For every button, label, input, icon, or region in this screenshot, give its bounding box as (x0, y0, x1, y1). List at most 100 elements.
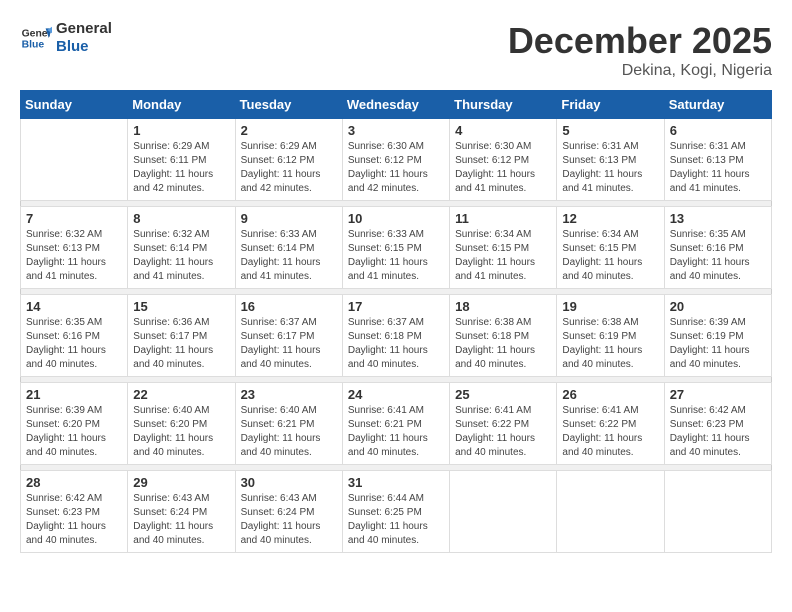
calendar-cell: 27 Sunrise: 6:42 AM Sunset: 6:23 PM Dayli… (664, 383, 771, 465)
header-wednesday: Wednesday (342, 91, 449, 119)
calendar-cell: 14 Sunrise: 6:35 AM Sunset: 6:16 PM Dayli… (21, 295, 128, 377)
day-info: Sunrise: 6:29 AM Sunset: 6:12 PM Dayligh… (241, 140, 337, 196)
calendar-cell: 31 Sunrise: 6:44 AM Sunset: 6:25 PM Dayli… (342, 471, 449, 553)
calendar-cell: 18Sunrise: 6:38 AM Sunset: 6:18 PM Dayli… (450, 295, 557, 377)
calendar-cell: 28 Sunrise: 6:42 AM Sunset: 6:23 PM Dayli… (21, 471, 128, 553)
day-number: 31 (348, 475, 444, 490)
calendar-cell: 11Sunrise: 6:34 AM Sunset: 6:15 PM Dayli… (450, 207, 557, 289)
day-number: 17 (348, 299, 444, 314)
day-info: Sunrise: 6:39 AM Sunset: 6:19 PM Dayligh… (670, 316, 766, 372)
logo: General Blue General Blue (20, 20, 112, 56)
calendar-row-3: 21Sunrise: 6:39 AM Sunset: 6:20 PM Dayli… (21, 383, 772, 465)
calendar-cell: 12 Sunrise: 6:34 AM Sunset: 6:15 PM Dayli… (557, 207, 664, 289)
day-info: Sunrise: 6:33 AM Sunset: 6:15 PM Dayligh… (348, 228, 444, 284)
day-number: 25 (455, 387, 551, 402)
month-title: December 2025 (508, 20, 772, 62)
calendar-cell: 25 Sunrise: 6:41 AM Sunset: 6:22 PM Dayli… (450, 383, 557, 465)
calendar-cell: 17Sunrise: 6:37 AM Sunset: 6:18 PM Dayli… (342, 295, 449, 377)
day-number: 21 (26, 387, 122, 402)
day-info: Sunrise: 6:41 AM Sunset: 6:22 PM Dayligh… (455, 404, 551, 460)
header-thursday: Thursday (450, 91, 557, 119)
day-info: Sunrise: 6:41 AM Sunset: 6:21 PM Dayligh… (348, 404, 444, 460)
calendar-cell: 13 Sunrise: 6:35 AM Sunset: 6:16 PM Dayli… (664, 207, 771, 289)
day-info: Sunrise: 6:35 AM Sunset: 6:16 PM Dayligh… (26, 316, 122, 372)
day-number: 22 (133, 387, 229, 402)
calendar-cell: 7Sunrise: 6:32 AM Sunset: 6:13 PM Daylig… (21, 207, 128, 289)
logo-line1: General (56, 20, 112, 38)
day-number: 10 (348, 211, 444, 226)
day-number: 6 (670, 123, 766, 138)
day-info: Sunrise: 6:34 AM Sunset: 6:15 PM Dayligh… (562, 228, 658, 284)
day-number: 8 (133, 211, 229, 226)
day-number: 9 (241, 211, 337, 226)
calendar-cell: 2 Sunrise: 6:29 AM Sunset: 6:12 PM Daylig… (235, 119, 342, 201)
day-number: 15 (133, 299, 229, 314)
day-info: Sunrise: 6:42 AM Sunset: 6:23 PM Dayligh… (670, 404, 766, 460)
day-info: Sunrise: 6:43 AM Sunset: 6:24 PM Dayligh… (133, 492, 229, 548)
calendar-row-2: 14 Sunrise: 6:35 AM Sunset: 6:16 PM Dayli… (21, 295, 772, 377)
calendar-cell: 6 Sunrise: 6:31 AM Sunset: 6:13 PM Daylig… (664, 119, 771, 201)
calendar-cell: 29Sunrise: 6:43 AM Sunset: 6:24 PM Dayli… (128, 471, 235, 553)
day-info: Sunrise: 6:35 AM Sunset: 6:16 PM Dayligh… (670, 228, 766, 284)
day-number: 5 (562, 123, 658, 138)
page-header: General Blue General Blue December 2025 … (20, 20, 772, 80)
location: Dekina, Kogi, Nigeria (508, 62, 772, 80)
day-number: 18 (455, 299, 551, 314)
title-block: December 2025 Dekina, Kogi, Nigeria (508, 20, 772, 80)
day-info: Sunrise: 6:41 AM Sunset: 6:22 PM Dayligh… (562, 404, 658, 460)
header-saturday: Saturday (664, 91, 771, 119)
day-info: Sunrise: 6:43 AM Sunset: 6:24 PM Dayligh… (241, 492, 337, 548)
day-info: Sunrise: 6:44 AM Sunset: 6:25 PM Dayligh… (348, 492, 444, 548)
calendar-row-1: 7Sunrise: 6:32 AM Sunset: 6:13 PM Daylig… (21, 207, 772, 289)
calendar-cell: 3Sunrise: 6:30 AM Sunset: 6:12 PM Daylig… (342, 119, 449, 201)
calendar-header-row: SundayMondayTuesdayWednesdayThursdayFrid… (21, 91, 772, 119)
header-tuesday: Tuesday (235, 91, 342, 119)
day-number: 27 (670, 387, 766, 402)
day-number: 12 (562, 211, 658, 226)
calendar-cell (664, 471, 771, 553)
day-info: Sunrise: 6:34 AM Sunset: 6:15 PM Dayligh… (455, 228, 551, 284)
calendar-cell (450, 471, 557, 553)
calendar-cell: 22Sunrise: 6:40 AM Sunset: 6:20 PM Dayli… (128, 383, 235, 465)
day-number: 26 (562, 387, 658, 402)
calendar-cell: 26 Sunrise: 6:41 AM Sunset: 6:22 PM Dayli… (557, 383, 664, 465)
day-number: 24 (348, 387, 444, 402)
day-info: Sunrise: 6:32 AM Sunset: 6:13 PM Dayligh… (26, 228, 122, 284)
header-friday: Friday (557, 91, 664, 119)
day-info: Sunrise: 6:31 AM Sunset: 6:13 PM Dayligh… (562, 140, 658, 196)
day-number: 13 (670, 211, 766, 226)
svg-text:Blue: Blue (22, 40, 45, 51)
calendar-cell: 23 Sunrise: 6:40 AM Sunset: 6:21 PM Dayli… (235, 383, 342, 465)
logo-icon: General Blue (20, 22, 52, 54)
header-sunday: Sunday (21, 91, 128, 119)
day-info: Sunrise: 6:30 AM Sunset: 6:12 PM Dayligh… (348, 140, 444, 196)
calendar-cell: 15 Sunrise: 6:36 AM Sunset: 6:17 PM Dayli… (128, 295, 235, 377)
calendar-cell: 8Sunrise: 6:32 AM Sunset: 6:14 PM Daylig… (128, 207, 235, 289)
calendar-cell: 30Sunrise: 6:43 AM Sunset: 6:24 PM Dayli… (235, 471, 342, 553)
header-monday: Monday (128, 91, 235, 119)
day-number: 23 (241, 387, 337, 402)
day-number: 28 (26, 475, 122, 490)
day-info: Sunrise: 6:30 AM Sunset: 6:12 PM Dayligh… (455, 140, 551, 196)
calendar-cell: 16Sunrise: 6:37 AM Sunset: 6:17 PM Dayli… (235, 295, 342, 377)
day-number: 19 (562, 299, 658, 314)
day-info: Sunrise: 6:33 AM Sunset: 6:14 PM Dayligh… (241, 228, 337, 284)
calendar-cell (557, 471, 664, 553)
day-info: Sunrise: 6:40 AM Sunset: 6:21 PM Dayligh… (241, 404, 337, 460)
calendar-cell: 5 Sunrise: 6:31 AM Sunset: 6:13 PM Daylig… (557, 119, 664, 201)
day-info: Sunrise: 6:37 AM Sunset: 6:17 PM Dayligh… (241, 316, 337, 372)
day-number: 14 (26, 299, 122, 314)
calendar-cell: 19 Sunrise: 6:38 AM Sunset: 6:19 PM Dayli… (557, 295, 664, 377)
calendar-row-4: 28 Sunrise: 6:42 AM Sunset: 6:23 PM Dayli… (21, 471, 772, 553)
day-number: 1 (133, 123, 229, 138)
calendar-cell: 1 Sunrise: 6:29 AM Sunset: 6:11 PM Daylig… (128, 119, 235, 201)
calendar-cell: 24 Sunrise: 6:41 AM Sunset: 6:21 PM Dayli… (342, 383, 449, 465)
day-info: Sunrise: 6:36 AM Sunset: 6:17 PM Dayligh… (133, 316, 229, 372)
day-info: Sunrise: 6:42 AM Sunset: 6:23 PM Dayligh… (26, 492, 122, 548)
day-info: Sunrise: 6:29 AM Sunset: 6:11 PM Dayligh… (133, 140, 229, 196)
logo-line2: Blue (56, 38, 112, 56)
calendar-cell: 9 Sunrise: 6:33 AM Sunset: 6:14 PM Daylig… (235, 207, 342, 289)
day-info: Sunrise: 6:31 AM Sunset: 6:13 PM Dayligh… (670, 140, 766, 196)
day-info: Sunrise: 6:38 AM Sunset: 6:19 PM Dayligh… (562, 316, 658, 372)
day-number: 2 (241, 123, 337, 138)
